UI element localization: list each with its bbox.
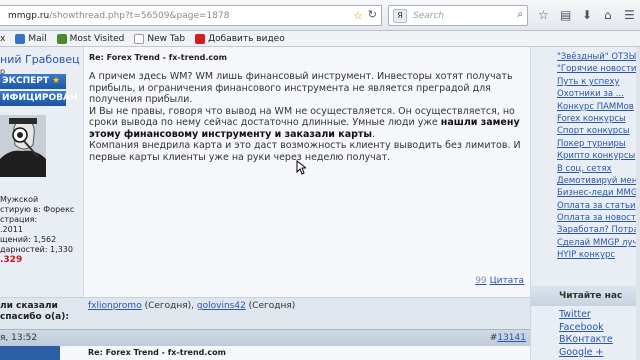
sidebar-link[interactable]: Покер турниры <box>531 138 640 150</box>
page-icon <box>134 33 145 44</box>
avatar <box>0 115 46 177</box>
google-plus-link[interactable]: Google + <box>531 347 640 360</box>
sidebar-link[interactable]: Охотники за ... <box>531 88 640 100</box>
menu-icon[interactable]: ☰ <box>624 8 635 22</box>
sidebar-link[interactable]: Оплата за статьи <box>531 200 640 212</box>
right-sidebar: "Звёздный" ОТЗЫВ! "Горячие новости" Путь… <box>530 47 640 360</box>
search-engine-icon[interactable]: Я <box>393 8 407 23</box>
user-registration-label: страция: <box>0 215 38 224</box>
certified-badge: ИФИЦИРОВАН <box>0 91 77 106</box>
bookmark-star-icon[interactable]: ☆ <box>538 8 549 22</box>
user-panel: ний Грабовец р ЭКСПЕРТ ★ ИФИЦИРОВАН Мужск… <box>0 47 83 297</box>
post-number[interactable]: #13141 <box>490 333 526 343</box>
user-posts: щений: 1,562 <box>0 235 57 244</box>
download-icon[interactable]: ⬇ <box>582 8 592 22</box>
sidebar-link[interactable]: Крипто конкурсы <box>531 150 640 162</box>
mouse-cursor-icon <box>296 160 306 175</box>
bookmark-most-visited[interactable]: Most Visited <box>56 33 124 44</box>
search-box[interactable]: Я Search ⌕ <box>388 5 528 26</box>
read-us-header: Читайте нас <box>531 286 640 306</box>
post-title: Re: Forex Trend - fx-trend.com <box>88 348 226 357</box>
bookmark-add-video[interactable]: Добавить видео <box>195 33 285 44</box>
gear-icon <box>56 33 67 44</box>
post-paragraph: И Вы не правы, говоря что вывод на WM не… <box>89 105 520 140</box>
sidebar-link[interactable]: Конкурс ПАММов <box>531 101 640 113</box>
sidebar-link[interactable]: Путь к успеху <box>531 76 640 88</box>
forum-page: ний Грабовец р ЭКСПЕРТ ★ ИФИЦИРОВАН Мужск… <box>0 47 640 360</box>
next-post-user-badge <box>0 346 60 360</box>
thanks-user-link[interactable]: golovins42 <box>197 301 246 311</box>
sidebar-link[interactable]: Сделай MMGP лучше <box>531 237 640 249</box>
twitter-link[interactable]: Twitter <box>531 309 640 322</box>
sidebar-link[interactable]: Заработал? Потрать <box>531 224 640 236</box>
sidebar-links: "Звёздный" ОТЗЫВ! "Горячие новости" Путь… <box>531 51 640 262</box>
home-icon[interactable]: ⌂ <box>604 8 612 22</box>
user-gender: Мужской <box>0 195 39 204</box>
sidebar-link[interactable]: В соц. сетях <box>531 163 640 175</box>
sidebar-link[interactable]: HYIP конкурс <box>531 249 640 261</box>
post-paragraph: Компания внедрила карта и это даст возмо… <box>89 140 521 163</box>
address-bar[interactable]: mmgp.ru/showthread.php?t=56509&page=1878… <box>0 5 382 26</box>
user-trades-in: стирую в: Форекс <box>0 205 75 214</box>
bookmark-item[interactable]: x <box>0 34 5 44</box>
star-icon: ★ <box>51 76 61 86</box>
bookmark-star-icon[interactable]: ☆ <box>353 9 363 22</box>
sidebar-link[interactable]: Демотивируй меня <box>531 175 640 187</box>
bookmarks-list-icon[interactable]: ▤ <box>560 8 571 22</box>
youtube-icon <box>195 33 206 44</box>
facebook-link[interactable]: Facebook <box>531 322 640 335</box>
sidebar-link[interactable]: "Звёздный" ОТЗЫВ! <box>531 51 640 63</box>
quote-icon: 99 <box>475 276 487 286</box>
expert-badge: ЭКСПЕРТ ★ <box>0 74 66 89</box>
thanks-list: fxlionpromo (Сегодня), golovins42 (Сегод… <box>88 301 296 311</box>
bookmark-mail[interactable]: Mail <box>15 33 47 44</box>
user-reputation: .329 <box>0 255 23 265</box>
user-thanks: дарностей: 1,330 <box>0 245 73 254</box>
post-body: А причем здесь WM? WM лишь финансовый ин… <box>89 71 527 163</box>
social-links: Twitter Facebook ВКонтакте Google + <box>531 309 640 359</box>
url-domain: mmgp.ru <box>8 10 50 21</box>
post-date: я, 13:52 <box>0 333 38 343</box>
next-post: Re: Forex Trend - fx-trend.com <box>0 346 530 360</box>
reload-icon[interactable]: ↻ <box>368 8 377 21</box>
search-icon[interactable]: ⌕ <box>517 9 523 20</box>
thanks-label: ли сказали спасибо о(а): <box>0 301 69 322</box>
post-paragraph: А причем здесь WM? WM лишь финансовый ин… <box>89 71 513 105</box>
bookmark-new-tab[interactable]: New Tab <box>134 33 185 44</box>
thanks-row: ли сказали спасибо о(а): fxlionpromo (Се… <box>0 297 530 329</box>
sidebar-link[interactable]: Бизнес-леди MMGP <box>531 187 640 199</box>
sidebar-link[interactable]: Оплата за новости <box>531 212 640 224</box>
url-path: /showthread.php?t=56509&page=1878 <box>49 10 230 21</box>
quote-button[interactable]: 99 Цитата <box>475 276 524 286</box>
sidebar-link[interactable]: Forex конкурсы <box>531 113 640 125</box>
bookmarks-bar: x Mail Most Visited New Tab Добавить вид… <box>0 31 640 47</box>
username[interactable]: ний Грабовец <box>0 53 80 66</box>
mail-icon <box>15 33 26 44</box>
user-registration-date: .2011 <box>0 225 23 234</box>
scrollbar[interactable] <box>636 47 640 360</box>
thanks-user-link[interactable]: fxlionpromo <box>88 301 142 311</box>
next-post-header: я, 13:52 #13141 <box>0 329 530 346</box>
sidebar-link[interactable]: "Горячие новости" <box>531 63 640 75</box>
sidebar-link[interactable]: Спорт конкурсы <box>531 125 640 137</box>
vkontakte-link[interactable]: ВКонтакте <box>531 334 640 347</box>
post: Re: Forex Trend - fx-trend.com А причем … <box>83 47 530 297</box>
browser-toolbar: mmgp.ru/showthread.php?t=56509&page=1878… <box>0 0 640 31</box>
search-placeholder: Search <box>413 10 445 21</box>
post-title: Re: Forex Trend - fx-trend.com <box>89 53 227 62</box>
